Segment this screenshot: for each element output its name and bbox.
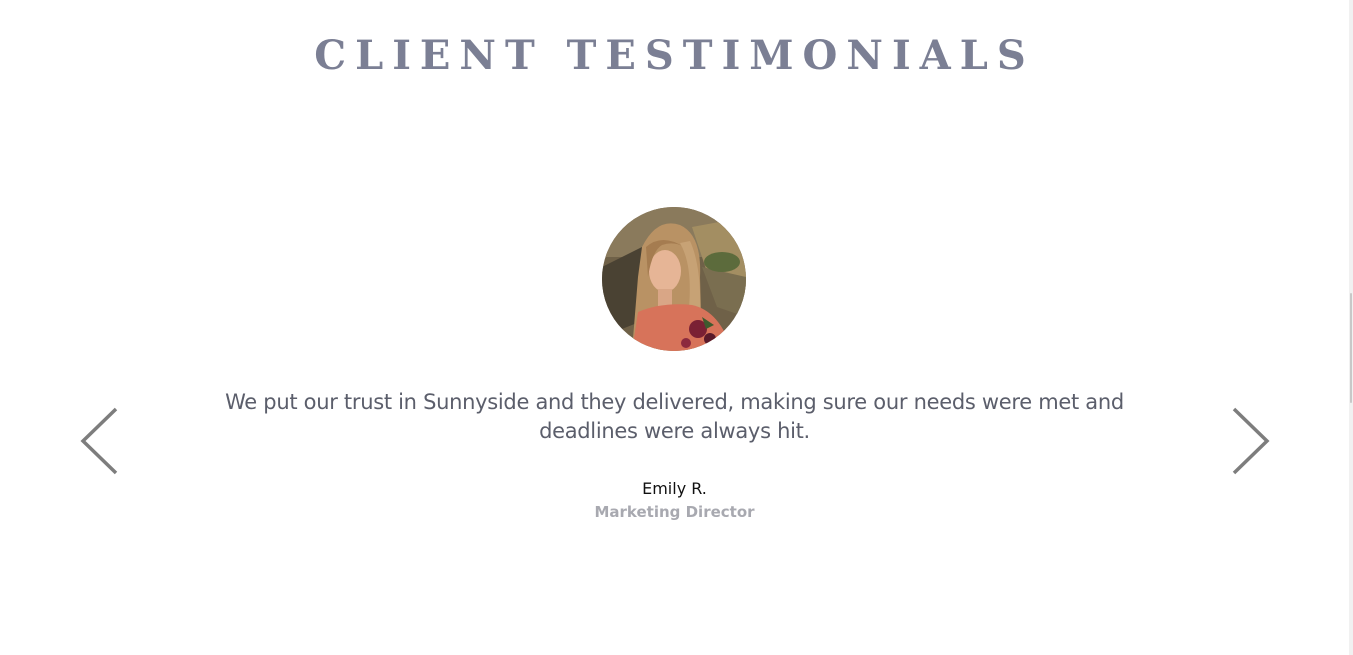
testimonial-slide: We put our trust in Sunnyside and they d… <box>0 0 1349 655</box>
avatar <box>602 207 746 351</box>
author-name: Emily R. <box>642 479 707 498</box>
chevron-right-icon <box>1232 407 1270 475</box>
person-photo <box>602 207 746 351</box>
scrollbar-thumb[interactable] <box>1350 293 1352 403</box>
author-role: Marketing Director <box>594 503 755 521</box>
testimonial-carousel: We put our trust in Sunnyside and they d… <box>0 0 1349 655</box>
testimonial-quote: We put our trust in Sunnyside and they d… <box>225 390 1124 443</box>
carousel-next-button[interactable] <box>1228 405 1272 477</box>
page-scrollbar[interactable] <box>1349 0 1353 655</box>
